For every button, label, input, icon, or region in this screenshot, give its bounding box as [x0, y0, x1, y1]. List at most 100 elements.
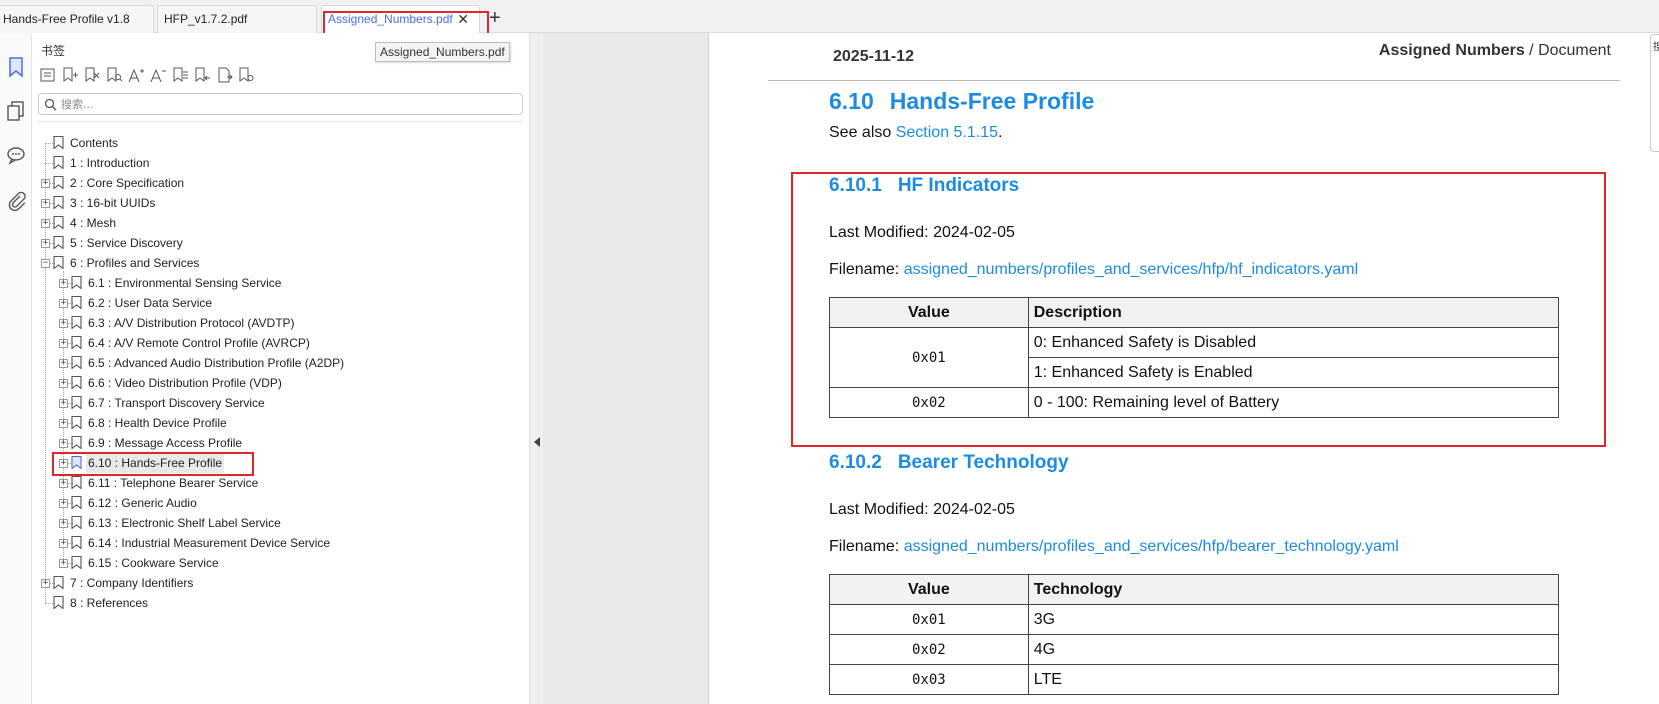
bookmark-item[interactable]: 6.8 : Health Device Profile — [86, 413, 229, 433]
bookmark-item[interactable]: 6.13 : Electronic Shelf Label Service — [86, 513, 283, 533]
bookmark-icon — [71, 395, 82, 410]
bookmark-item[interactable]: 6.15 : Cookware Service — [86, 553, 221, 573]
filename-text: Filename: assigned_numbers/profiles_and_… — [829, 538, 1399, 555]
close-icon[interactable]: ✕ — [457, 6, 469, 32]
tab-bar: Hands-Free Profile v1.8 HFP_v1.7.2.pdf A… — [0, 0, 1659, 33]
table-row: 0x02 4G — [829, 634, 1560, 665]
bookmark-item[interactable]: 7 : Company Identifiers — [68, 573, 195, 593]
pages-icon[interactable] — [4, 99, 28, 123]
font-decrease-icon[interactable] — [149, 66, 167, 84]
expand-icon[interactable]: + — [59, 539, 68, 548]
tree-connector — [45, 143, 46, 603]
bookmark-item[interactable]: 6.9 : Message Access Profile — [86, 433, 244, 453]
sidebar-rail — [0, 33, 32, 704]
filename-link[interactable]: assigned_numbers/profiles_and_services/h… — [904, 261, 1358, 278]
expand-icon[interactable]: + — [59, 419, 68, 428]
delete-bookmark-icon[interactable] — [83, 66, 101, 84]
new-tab-icon[interactable]: + — [489, 6, 501, 30]
tab-hands-free-profile[interactable]: Hands-Free Profile v1.8 — [0, 5, 154, 33]
bookmark-item[interactable]: 6.7 : Transport Discovery Service — [86, 393, 267, 413]
expand-icon[interactable]: + — [59, 339, 68, 348]
description-cell: 1: Enhanced Safety is Enabled — [1027, 357, 1560, 388]
expand-icon[interactable]: + — [59, 379, 68, 388]
bookmark-item[interactable]: 2 : Core Specification — [68, 173, 186, 193]
export-bookmark-icon[interactable] — [215, 66, 233, 84]
import-bookmark-icon[interactable] — [193, 66, 211, 84]
table-row: 0x03 LTE — [829, 664, 1560, 695]
tab-hfp-pdf[interactable]: HFP_v1.7.2.pdf — [157, 5, 317, 33]
bookmark-item[interactable]: 6.14 : Industrial Measurement Device Ser… — [86, 533, 332, 553]
tab-assigned-numbers[interactable]: Assigned_Numbers.pdf ✕ — [321, 5, 480, 33]
search-input[interactable] — [61, 96, 516, 112]
column-header: Value — [829, 297, 1029, 328]
attachment-icon[interactable] — [4, 189, 28, 213]
table-header-row: Value Description — [829, 297, 1560, 328]
bookmark-item[interactable]: 5 : Service Discovery — [68, 233, 185, 253]
expand-icon[interactable]: + — [41, 179, 50, 188]
bookmark-icon — [53, 595, 64, 610]
expand-icon[interactable]: + — [59, 319, 68, 328]
bookmark-label: 6.15 : Cookware Service — [88, 556, 219, 570]
bookmark-label: Contents — [70, 136, 119, 150]
bookmark-item[interactable]: 6.10 : Hands-Free Profile — [86, 453, 225, 473]
bookmark-icon — [71, 495, 82, 510]
description-cell: 0 - 100: Remaining level of Battery — [1027, 387, 1560, 418]
bookmark-item[interactable]: 3 : 16-bit UUIDs — [68, 193, 157, 213]
bookmark-icon[interactable] — [4, 55, 28, 79]
bookmark-item[interactable]: 6.11 : Telephone Bearer Service — [86, 473, 260, 493]
expand-icon[interactable]: + — [59, 299, 68, 308]
bookmark-item[interactable]: 6.1 : Environmental Sensing Service — [86, 273, 283, 293]
bookmark-label: 4 : Mesh — [70, 216, 117, 230]
bookmark-icon — [53, 135, 64, 150]
bookmark-properties-icon[interactable] — [237, 66, 255, 84]
bookmark-item[interactable]: 6.12 : Generic Audio — [86, 493, 199, 513]
collapse-icon[interactable]: − — [41, 259, 50, 268]
bookmark-icon — [53, 155, 64, 170]
collapse-arrow-icon[interactable] — [534, 437, 540, 447]
bookmark-item[interactable]: 6.5 : Advanced Audio Distribution Profil… — [86, 353, 346, 373]
find-bookmark-icon[interactable] — [105, 66, 123, 84]
bookmark-item[interactable]: 8 : References — [68, 593, 150, 613]
bookmark-item[interactable]: 6.3 : A/V Distribution Protocol (AVDTP) — [86, 313, 297, 333]
tab-tooltip: Assigned_Numbers.pdf — [375, 42, 510, 62]
expand-icon[interactable]: + — [59, 459, 68, 468]
expand-icon[interactable]: + — [59, 399, 68, 408]
bookmark-item[interactable]: 6.2 : User Data Service — [86, 293, 214, 313]
bookmark-item[interactable]: 4 : Mesh — [68, 213, 118, 233]
bookmark-icon — [71, 535, 82, 550]
expand-icon[interactable]: + — [59, 519, 68, 528]
comment-icon[interactable] — [4, 143, 28, 167]
expand-icon[interactable]: + — [59, 439, 68, 448]
table-header-row: Value Technology — [829, 574, 1560, 605]
font-increase-icon[interactable] — [127, 66, 145, 84]
expand-icon[interactable]: + — [59, 559, 68, 568]
bookmark-search[interactable] — [38, 93, 523, 115]
panel-splitter[interactable] — [529, 33, 543, 704]
bookmark-item[interactable]: 6.6 : Video Distribution Profile (VDP) — [86, 373, 284, 393]
bookmark-item[interactable]: 1 : Introduction — [68, 153, 151, 173]
expand-all-icon[interactable] — [39, 66, 57, 84]
bookmark-item[interactable]: 6.4 : A/V Remote Control Profile (AVRCP) — [86, 333, 312, 353]
expand-icon[interactable]: + — [59, 279, 68, 288]
bookmark-item[interactable]: 6 : Profiles and Services — [68, 253, 201, 273]
expand-icon[interactable]: + — [41, 219, 50, 228]
expand-icon[interactable]: + — [41, 199, 50, 208]
expand-icon[interactable]: + — [59, 479, 68, 488]
bookmark-icon — [71, 455, 82, 470]
expand-icon[interactable]: + — [59, 359, 68, 368]
expand-icon[interactable]: + — [41, 579, 50, 588]
bookmark-icon — [71, 355, 82, 370]
filename-link[interactable]: assigned_numbers/profiles_and_services/h… — [904, 538, 1399, 555]
bookmark-icon — [71, 415, 82, 430]
bookmark-item[interactable]: Contents — [68, 133, 120, 153]
add-bookmark-icon[interactable] — [61, 66, 79, 84]
column-header: Value — [829, 574, 1029, 605]
section-link[interactable]: Section 5.1.15 — [896, 124, 998, 141]
value-cell: 0x02 — [829, 387, 1029, 418]
technology-cell: 3G — [1027, 604, 1560, 635]
tab-label: Hands-Free Profile v1.8 — [3, 12, 130, 26]
bookmark-from-text-icon[interactable] — [171, 66, 189, 84]
expand-icon[interactable]: + — [59, 499, 68, 508]
expand-icon[interactable]: + — [41, 239, 50, 248]
column-header: Technology — [1027, 574, 1560, 605]
